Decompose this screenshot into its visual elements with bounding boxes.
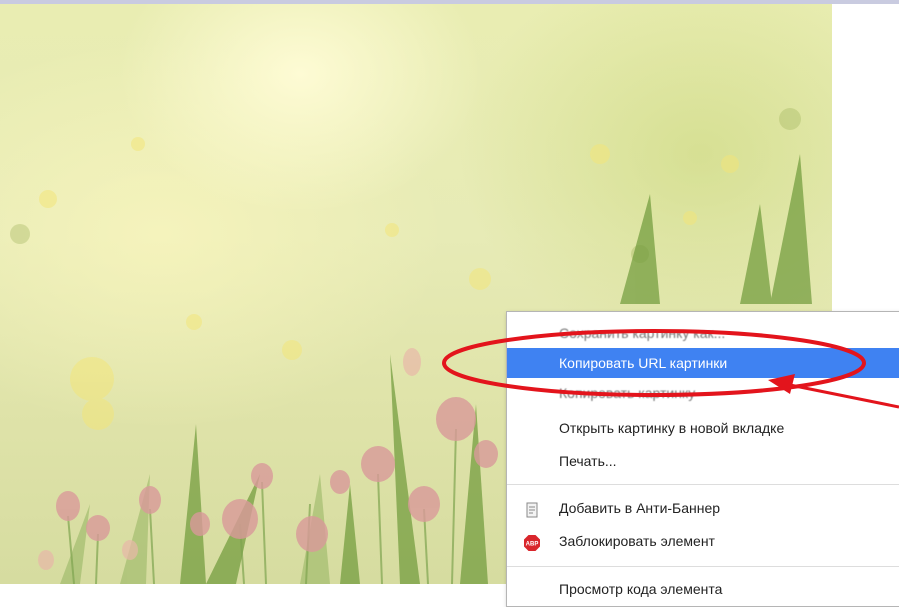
menu-item-save-image[interactable]: Сохранить картинку как... <box>507 318 899 348</box>
menu-item-copy-image[interactable]: Копировать картинку <box>507 378 899 408</box>
menu-item-add-anti-banner[interactable]: Добавить в Анти-Баннер <box>507 493 899 523</box>
menu-separator <box>507 566 899 567</box>
menu-item-label: Копировать URL картинки <box>559 355 728 371</box>
menu-item-label: Печать... <box>559 453 617 469</box>
menu-item-copy-image-url[interactable]: Копировать URL картинки <box>507 348 899 378</box>
adblock-stop-icon: ABP <box>523 532 541 551</box>
menu-item-label: Заблокировать элемент <box>559 533 715 549</box>
menu-item-label: Добавить в Анти-Баннер <box>559 500 721 516</box>
menu-item-inspect-element[interactable]: Просмотр кода элемента <box>507 574 899 604</box>
adblock-icon-text: ABP <box>526 542 539 548</box>
menu-item-open-image-new-tab[interactable]: Открыть картинку в новой вкладке <box>507 413 899 443</box>
menu-item-label: Копировать картинку <box>559 385 696 401</box>
context-menu: Сохранить картинку как... Копировать URL… <box>506 311 899 607</box>
menu-separator <box>507 484 899 485</box>
menu-item-print[interactable]: Печать... <box>507 446 899 476</box>
menu-item-label: Сохранить картинку как... <box>559 325 726 341</box>
menu-item-label: Просмотр кода элемента <box>559 581 723 597</box>
menu-item-block-element[interactable]: ABP Заблокировать элемент <box>507 526 899 556</box>
anti-banner-icon <box>523 499 541 518</box>
menu-item-label: Открыть картинку в новой вкладке <box>559 420 785 436</box>
